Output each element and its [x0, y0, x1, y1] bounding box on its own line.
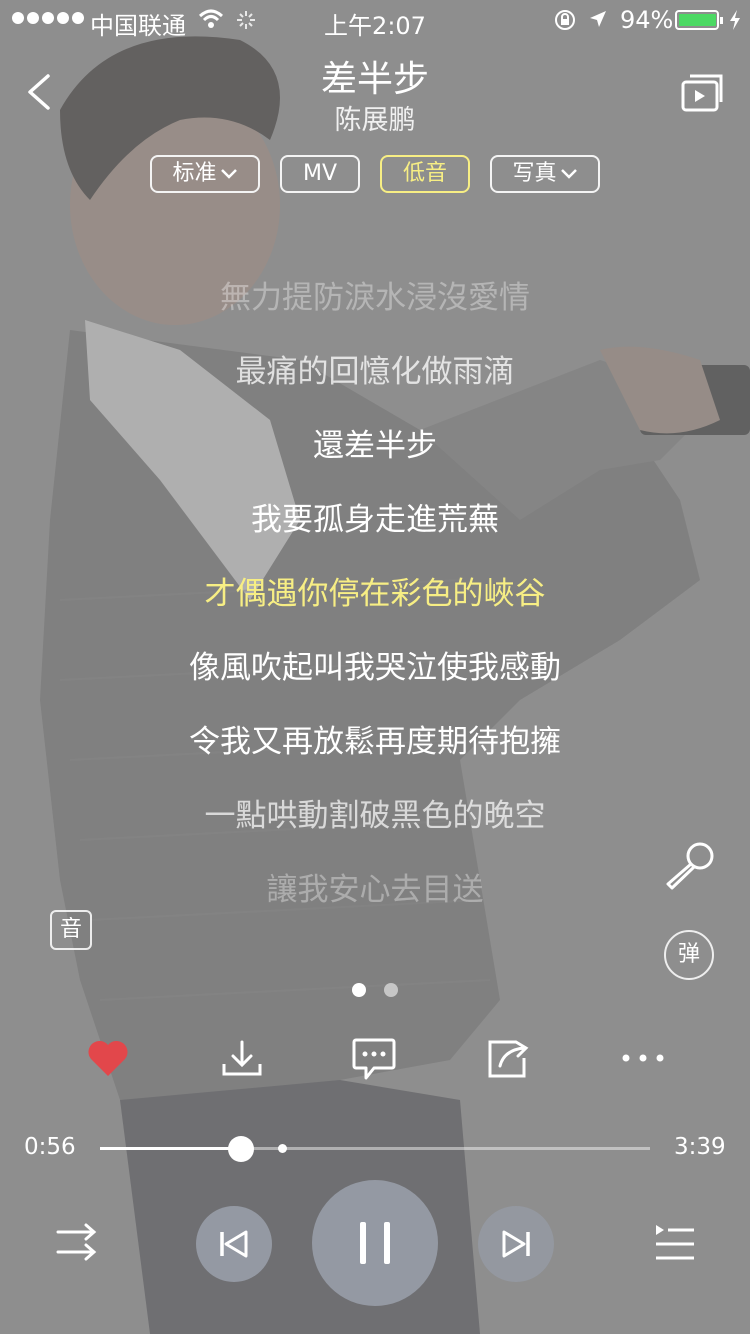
sound-effect-button[interactable]: 音	[50, 910, 92, 950]
mv-button[interactable]: MV	[280, 155, 360, 193]
danmaku-label: 弹	[677, 942, 700, 967]
microphone-icon[interactable]	[662, 840, 718, 892]
lyric-line: 令我又再放鬆再度期待抱擁	[189, 724, 561, 760]
lyric-line: 讓我安心去目送	[266, 872, 484, 908]
song-title: 差半步	[320, 59, 429, 100]
buffer-marker	[277, 1144, 287, 1153]
battery-icon	[675, 10, 723, 30]
download-icon[interactable]	[220, 1038, 264, 1080]
cast-icon[interactable]	[680, 72, 726, 114]
chevron-down-icon	[220, 169, 237, 179]
next-icon	[502, 1230, 530, 1258]
lyric-line: 還差半步	[313, 428, 437, 464]
lyric-line: 一點哄動割破黑色的晚空	[204, 798, 546, 834]
current-lyric-line: 才偶遇你停在彩色的峽谷	[204, 576, 546, 612]
comment-icon[interactable]	[350, 1036, 398, 1082]
progress-fill	[100, 1147, 241, 1150]
pause-button[interactable]	[312, 1180, 438, 1306]
sound-effect-label: 音	[59, 917, 82, 942]
quality-label: 标准	[172, 161, 217, 186]
artist-name[interactable]: 陈展鹏	[0, 98, 750, 137]
lyric-line: 無力提防淚水浸沒愛情	[220, 280, 530, 316]
status-bar: 中国联通 上午2:07 94%	[0, 0, 750, 40]
share-icon[interactable]	[486, 1036, 532, 1080]
page-dot-active[interactable]	[352, 983, 366, 997]
bass-button[interactable]: 低音	[380, 155, 470, 193]
lyric-line: 像風吹起叫我哭泣使我感動	[189, 650, 561, 686]
page-dot[interactable]	[384, 983, 398, 997]
rotation-lock-icon	[555, 10, 575, 30]
bass-label: 低音	[402, 161, 447, 186]
quality-selector[interactable]: 标准	[150, 155, 260, 193]
next-button[interactable]	[478, 1206, 554, 1282]
previous-button[interactable]	[196, 1206, 272, 1282]
mv-label: MV	[302, 161, 338, 186]
battery-percent: 94%	[620, 6, 674, 34]
location-icon	[590, 11, 606, 27]
danmaku-button[interactable]: 弹	[664, 930, 714, 980]
previous-icon	[220, 1230, 248, 1258]
lyric-line: 最痛的回憶化做雨滴	[235, 354, 515, 390]
lyric-line: 我要孤身走進荒蕪	[251, 502, 499, 538]
playlist-icon[interactable]	[652, 1222, 696, 1262]
shuffle-icon[interactable]	[54, 1222, 100, 1262]
charging-icon	[730, 10, 740, 30]
more-icon[interactable]	[620, 1050, 666, 1066]
pause-icon	[360, 1222, 390, 1264]
photo-selector[interactable]: 写真	[490, 155, 600, 193]
elapsed-time: 0:56	[24, 1134, 76, 1160]
chevron-down-icon	[560, 169, 577, 179]
photo-label: 写真	[512, 161, 557, 186]
progress-knob[interactable]	[227, 1136, 254, 1162]
total-time: 3:39	[674, 1134, 726, 1160]
heart-icon[interactable]	[86, 1038, 130, 1078]
